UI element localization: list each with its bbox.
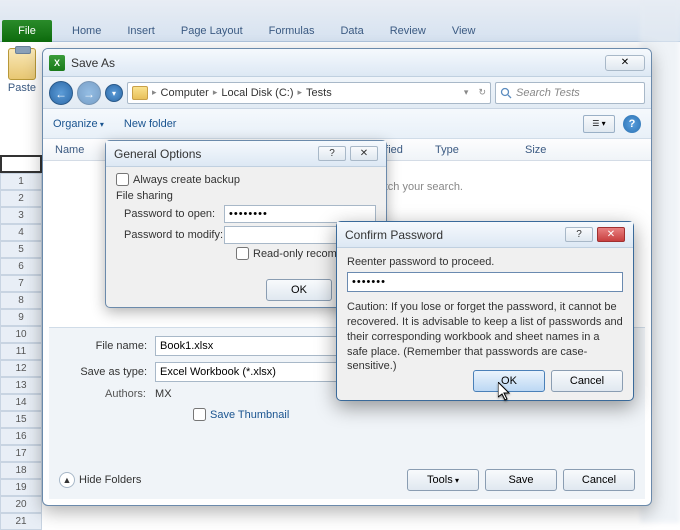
row-header[interactable]: 15 <box>0 411 42 428</box>
organize-menu[interactable]: Organize <box>53 118 104 130</box>
save-thumbnail-label: Save Thumbnail <box>210 409 289 421</box>
folder-icon <box>132 86 148 100</box>
paste-group: Paste <box>2 48 42 94</box>
tab-review[interactable]: Review <box>378 22 438 40</box>
back-button[interactable]: ← <box>49 81 73 105</box>
readonly-checkbox[interactable] <box>236 247 249 260</box>
tab-formulas[interactable]: Formulas <box>257 22 327 40</box>
row-header[interactable]: 7 <box>0 275 42 292</box>
breadcrumb-seg-folder[interactable]: Tests <box>306 87 332 99</box>
tab-page-layout[interactable]: Page Layout <box>169 22 255 40</box>
row-header[interactable]: 20 <box>0 496 42 513</box>
general-options-titlebar[interactable]: General Options ? ✕ <box>106 141 386 167</box>
excel-icon: X <box>49 55 65 71</box>
pw-modify-label: Password to modify: <box>116 229 224 241</box>
tab-insert[interactable]: Insert <box>115 22 167 40</box>
row-header[interactable]: 19 <box>0 479 42 496</box>
readonly-label: Read-only recom <box>253 248 337 260</box>
row-header[interactable]: 11 <box>0 343 42 360</box>
row-header[interactable]: 3 <box>0 207 42 224</box>
confirm-prompt: Reenter password to proceed. <box>347 256 623 268</box>
confirm-password-input[interactable] <box>347 272 623 292</box>
row-header[interactable]: 4 <box>0 224 42 241</box>
row-header[interactable]: 21 <box>0 513 42 530</box>
search-icon <box>500 87 512 99</box>
new-folder-button[interactable]: New folder <box>124 118 177 130</box>
search-input[interactable]: Search Tests <box>495 82 645 104</box>
breadcrumb[interactable]: ▸ Computer ▸ Local Disk (C:) ▸ Tests ▾ ↻ <box>127 82 491 104</box>
help-button[interactable]: ? <box>318 146 346 161</box>
breadcrumb-seg-drive[interactable]: Local Disk (C:) <box>221 87 293 99</box>
paste-label: Paste <box>2 82 42 94</box>
tab-data[interactable]: Data <box>328 22 375 40</box>
col-type[interactable]: Type <box>435 144 525 156</box>
explorer-toolbar: Organize New folder ☰ ▾ ? <box>43 109 651 139</box>
file-name-label: File name: <box>65 340 155 352</box>
ok-button[interactable]: OK <box>266 279 332 301</box>
confirm-caution: Caution: If you lose or forget the passw… <box>347 300 623 374</box>
authors-label: Authors: <box>105 388 146 400</box>
confirm-title: Confirm Password <box>345 228 443 242</box>
row-header[interactable]: 14 <box>0 394 42 411</box>
forward-button[interactable]: → <box>77 81 101 105</box>
cancel-button[interactable]: Cancel <box>551 370 623 392</box>
ribbon-bar: File Home Insert Page Layout Formulas Da… <box>0 0 680 42</box>
cancel-button[interactable]: Cancel <box>563 469 635 491</box>
general-options-title: General Options <box>114 147 201 161</box>
tab-home[interactable]: Home <box>60 22 113 40</box>
authors-value[interactable]: MX <box>155 388 172 400</box>
confirm-titlebar[interactable]: Confirm Password ? ✕ <box>337 222 633 248</box>
save-type-label: Save as type: <box>65 366 155 378</box>
row-header[interactable]: 9 <box>0 309 42 326</box>
help-button[interactable]: ? <box>623 115 641 133</box>
view-menu[interactable]: ☰ ▾ <box>583 115 615 133</box>
file-sharing-label: File sharing <box>116 190 376 202</box>
close-button[interactable]: ✕ <box>597 227 625 242</box>
tab-view[interactable]: View <box>440 22 488 40</box>
row-header[interactable]: 18 <box>0 462 42 479</box>
row-headers: 1 2 3 4 5 6 7 8 9 10 11 12 13 14 15 16 1… <box>0 155 42 525</box>
row-header[interactable]: 8 <box>0 292 42 309</box>
pw-open-label: Password to open: <box>116 208 224 220</box>
close-button[interactable]: ✕ <box>605 55 645 71</box>
ribbon-tabs: Home Insert Page Layout Formulas Data Re… <box>60 22 487 40</box>
row-header[interactable]: 16 <box>0 428 42 445</box>
row-header[interactable]: 12 <box>0 360 42 377</box>
save-thumbnail-checkbox[interactable] <box>193 408 206 421</box>
active-cell[interactable] <box>0 155 42 173</box>
history-dropdown[interactable]: ▾ <box>105 84 123 102</box>
row-header[interactable]: 17 <box>0 445 42 462</box>
hide-folders-toggle[interactable]: ▲ Hide Folders <box>59 472 141 488</box>
row-header[interactable]: 6 <box>0 258 42 275</box>
row-header[interactable]: 2 <box>0 190 42 207</box>
ok-button[interactable]: OK <box>473 370 545 392</box>
backup-checkbox[interactable] <box>116 173 129 186</box>
search-placeholder: Search Tests <box>516 87 580 99</box>
save-button[interactable]: Save <box>485 469 557 491</box>
nav-bar: ← → ▾ ▸ Computer ▸ Local Disk (C:) ▸ Tes… <box>43 77 651 109</box>
col-size[interactable]: Size <box>525 144 595 156</box>
save-as-titlebar[interactable]: X Save As ✕ <box>43 49 651 77</box>
confirm-password-dialog: Confirm Password ? ✕ Reenter password to… <box>336 221 634 401</box>
row-header[interactable]: 1 <box>0 173 42 190</box>
clipboard-icon[interactable] <box>8 48 36 80</box>
file-tab[interactable]: File <box>2 20 52 42</box>
backup-label: Always create backup <box>133 174 240 186</box>
row-header[interactable]: 10 <box>0 326 42 343</box>
chevron-up-icon: ▲ <box>59 472 75 488</box>
row-header[interactable]: 13 <box>0 377 42 394</box>
breadcrumb-seg-computer[interactable]: Computer <box>161 87 209 99</box>
close-button[interactable]: ✕ <box>350 146 378 161</box>
tools-menu[interactable]: Tools <box>407 469 479 491</box>
save-as-title: Save As <box>71 56 605 70</box>
help-button[interactable]: ? <box>565 227 593 242</box>
row-header[interactable]: 5 <box>0 241 42 258</box>
